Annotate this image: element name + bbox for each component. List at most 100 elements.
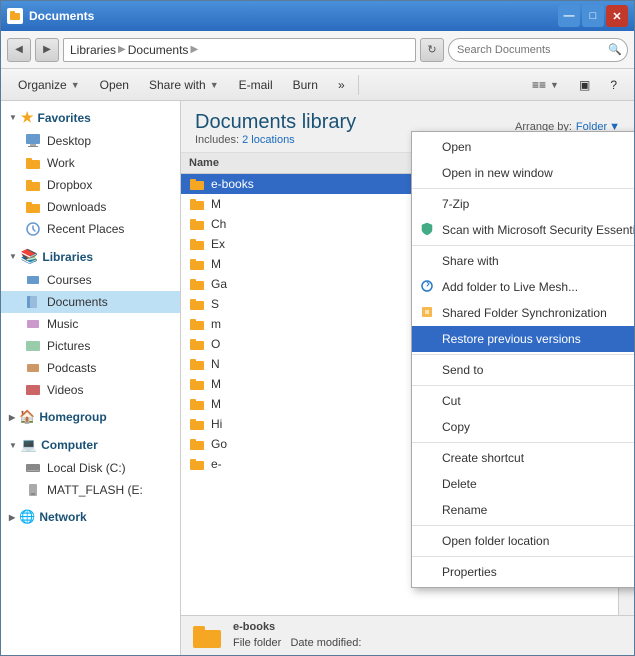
- sidebar-item-recent[interactable]: Recent Places: [1, 218, 180, 240]
- sidebar-section-network: ▶ 🌐 Network: [1, 505, 180, 529]
- delete-icon: [420, 476, 436, 492]
- dropbox-icon: [25, 177, 41, 193]
- desktop-icon: [25, 133, 41, 149]
- sidebar-group-computer[interactable]: ▼ 💻 Computer: [1, 433, 180, 457]
- close-button[interactable]: ✕: [606, 5, 628, 27]
- ctx-delete[interactable]: Delete: [412, 471, 634, 497]
- cut-icon: [420, 393, 436, 409]
- ctx-open-folder-location[interactable]: Open folder location: [412, 528, 634, 554]
- sync-icon: [420, 279, 436, 295]
- open-button[interactable]: Open: [91, 72, 138, 98]
- sidebar-group-favorites[interactable]: ▼ ★ Favorites: [1, 105, 180, 130]
- sidebar-item-downloads[interactable]: Downloads: [1, 196, 180, 218]
- view-button[interactable]: ≡≡ ▼: [523, 72, 568, 98]
- search-input[interactable]: [448, 38, 628, 62]
- sidebar-item-pictures[interactable]: Pictures: [1, 335, 180, 357]
- sidebar-item-local-disk[interactable]: Local Disk (C:): [1, 457, 180, 479]
- folder-icon: [189, 276, 205, 292]
- sidebar-item-documents[interactable]: Documents: [1, 291, 180, 313]
- share-with-button[interactable]: Share with ▼: [140, 72, 228, 98]
- status-bar: e-books File folder Date modified:: [181, 615, 634, 655]
- sidebar-item-desktop[interactable]: Desktop: [1, 130, 180, 152]
- window-icon: [7, 8, 23, 24]
- open-icon: [420, 139, 436, 155]
- network-icon: 🌐: [19, 509, 35, 525]
- send-to-icon: [420, 362, 436, 378]
- shield-icon: [420, 222, 436, 238]
- minimize-button[interactable]: —: [558, 5, 580, 27]
- locations-link[interactable]: 2 locations: [242, 134, 295, 146]
- computer-icon: 💻: [21, 437, 37, 453]
- local-disk-icon: [25, 460, 41, 476]
- folder-icon: [189, 236, 205, 252]
- documents-icon: [25, 294, 41, 310]
- email-button[interactable]: E-mail: [230, 72, 282, 98]
- sidebar-group-homegroup[interactable]: ▶ 🏠 Homegroup: [1, 405, 180, 429]
- sidebar-group-network[interactable]: ▶ 🌐 Network: [1, 505, 180, 529]
- folder-icon: [189, 176, 205, 192]
- sidebar-item-courses[interactable]: Courses: [1, 269, 180, 291]
- window: Documents — □ ✕ ◀ ▶ Libraries ▶ Document…: [0, 0, 635, 656]
- organize-button[interactable]: Organize ▼: [9, 72, 89, 98]
- sync2-icon: [420, 305, 436, 321]
- share-icon: [420, 253, 436, 269]
- sidebar-item-podcasts[interactable]: Podcasts: [1, 357, 180, 379]
- maximize-button[interactable]: □: [582, 5, 604, 27]
- usb-drive-icon: [25, 482, 41, 498]
- ctx-send-to[interactable]: Send to ▶: [412, 357, 634, 383]
- ctx-rename[interactable]: Rename: [412, 497, 634, 523]
- context-menu: Open Open in new window 7-Zip ▶: [411, 131, 634, 588]
- content-area: Documents library Includes: 2 locations …: [181, 101, 634, 655]
- ctx-separator-1: [412, 188, 634, 189]
- ctx-add-live-mesh[interactable]: Add folder to Live Mesh...: [412, 274, 634, 300]
- ctx-open-new-window[interactable]: Open in new window: [412, 160, 634, 186]
- breadcrumb: Libraries ▶ Documents ▶: [63, 38, 416, 62]
- ctx-shared-folder-sync[interactable]: Shared Folder Synchronization ▶: [412, 300, 634, 326]
- ctx-copy[interactable]: Copy: [412, 414, 634, 440]
- ctx-separator-6: [412, 525, 634, 526]
- preview-button[interactable]: ▣: [570, 72, 599, 98]
- title-bar: Documents — □ ✕: [1, 1, 634, 31]
- sidebar-section-computer: ▼ 💻 Computer Local Disk (C:): [1, 433, 180, 501]
- more-button[interactable]: »: [329, 72, 354, 98]
- ctx-scan[interactable]: Scan with Microsoft Security Essentials.…: [412, 217, 634, 243]
- ctx-properties[interactable]: Properties: [412, 559, 634, 585]
- copy-icon: [420, 419, 436, 435]
- status-text: e-books File folder Date modified:: [233, 620, 361, 651]
- toolbar-separator: [358, 75, 359, 95]
- ctx-cut[interactable]: Cut: [412, 388, 634, 414]
- search-wrapper: 🔍: [448, 38, 628, 62]
- sidebar-item-videos[interactable]: Videos: [1, 379, 180, 401]
- sidebar-group-libraries[interactable]: ▼ 📚 Libraries: [1, 244, 180, 269]
- ctx-create-shortcut[interactable]: Create shortcut: [412, 445, 634, 471]
- breadcrumb-documents: Documents: [128, 43, 189, 57]
- videos-icon: [25, 382, 41, 398]
- properties-icon: [420, 564, 436, 580]
- back-button[interactable]: ◀: [7, 38, 31, 62]
- folder-icon: [189, 336, 205, 352]
- title-controls: — □ ✕: [558, 5, 628, 27]
- help-button[interactable]: ?: [601, 72, 626, 98]
- sidebar-item-matt-flash[interactable]: MATT_FLASH (E:: [1, 479, 180, 501]
- folder-icon: [189, 256, 205, 272]
- folder-icon: [189, 216, 205, 232]
- star-icon: ★: [21, 109, 34, 126]
- burn-button[interactable]: Burn: [284, 72, 327, 98]
- library-includes: Includes: 2 locations: [195, 134, 356, 146]
- ctx-open[interactable]: Open: [412, 134, 634, 160]
- homegroup-icon: 🏠: [19, 409, 35, 425]
- refresh-button[interactable]: ↻: [420, 38, 444, 62]
- ctx-restore-versions[interactable]: Restore previous versions: [412, 326, 634, 352]
- sidebar-item-music[interactable]: Music: [1, 313, 180, 335]
- ctx-7zip[interactable]: 7-Zip ▶: [412, 191, 634, 217]
- ctx-separator-5: [412, 442, 634, 443]
- ctx-separator-2: [412, 245, 634, 246]
- ctx-share-with[interactable]: Share with ▶: [412, 248, 634, 274]
- sidebar-item-dropbox[interactable]: Dropbox: [1, 174, 180, 196]
- rename-icon: [420, 502, 436, 518]
- folder-location-icon: [420, 533, 436, 549]
- sidebar-item-work[interactable]: Work: [1, 152, 180, 174]
- breadcrumb-sep-2: ▶: [190, 44, 198, 55]
- sidebar: ▼ ★ Favorites Desktop: [1, 101, 181, 655]
- forward-button[interactable]: ▶: [35, 38, 59, 62]
